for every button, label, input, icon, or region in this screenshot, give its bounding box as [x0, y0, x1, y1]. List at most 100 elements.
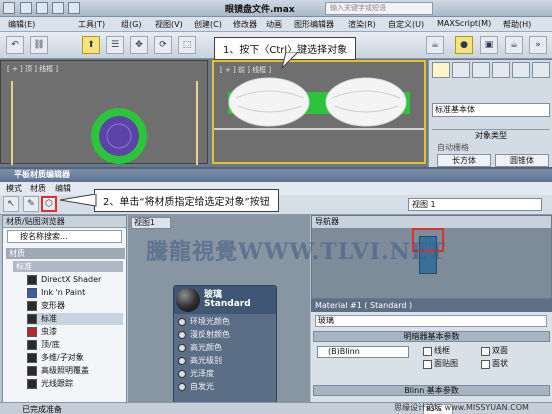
slot-pin-icon[interactable] — [178, 318, 186, 326]
link-icon: ⛓ — [33, 40, 45, 50]
node-slot[interactable]: 高光级别 — [178, 355, 274, 367]
menu-modes[interactable]: 模式 — [6, 183, 22, 194]
menu-rendering[interactable]: 渲染(R) — [348, 19, 376, 30]
shader-basic-rollout[interactable]: 明暗器基本参数 — [313, 331, 550, 342]
ground-line — [214, 128, 424, 130]
menu-material[interactable]: 材质 — [30, 183, 46, 194]
pick-material-button[interactable]: ✎ — [23, 196, 39, 212]
material-item-advanced-lighting[interactable]: 高级照明覆盖 — [27, 365, 123, 377]
undo-icon[interactable] — [68, 2, 80, 14]
menu-customize[interactable]: 自定义(U) — [388, 19, 424, 30]
material-item-multisub[interactable]: 多维/子对象 — [27, 352, 123, 364]
menu-help[interactable]: 帮助(H) — [503, 19, 531, 30]
shader-dropdown[interactable]: (B)Blinn — [317, 346, 409, 358]
view-tab[interactable]: 视图1 — [131, 217, 171, 229]
material-item-raytrace[interactable]: 光线跟踪 — [27, 378, 123, 390]
utilities-tab[interactable] — [532, 62, 550, 78]
undo-button[interactable]: ↶ — [6, 36, 24, 54]
app-titlebar: 眼镜盘文件.max 输入关键字或短语 — [0, 0, 552, 17]
move-button[interactable]: ✥ — [130, 36, 148, 54]
slot-pin-icon[interactable] — [178, 357, 186, 365]
expand-toolbar-button[interactable]: » — [529, 36, 547, 54]
materials-group[interactable]: 材质 — [6, 248, 125, 259]
node-slot[interactable]: 自发光 — [178, 381, 274, 393]
quick-render-button[interactable]: ☕ — [505, 36, 523, 54]
help-search-input[interactable]: 输入关键字或短语 — [325, 2, 433, 15]
standard-subgroup[interactable]: 标准 — [13, 261, 123, 272]
node-slot[interactable]: 高光颜色 — [178, 342, 274, 354]
new-file-icon[interactable] — [20, 2, 32, 14]
render-frame-button[interactable]: ▣ — [480, 36, 498, 54]
list-icon: ☰ — [110, 40, 120, 50]
save-file-icon[interactable] — [52, 2, 64, 14]
material-node-header[interactable]: 玻璃 Standard — [174, 286, 276, 314]
create-tab[interactable] — [432, 62, 450, 78]
select-object-button[interactable]: ⬆ — [82, 36, 100, 54]
material-item-topbottom[interactable]: 顶/底 — [27, 339, 123, 351]
material-swatch — [27, 340, 37, 350]
face-map-checkbox[interactable]: 面贴图 — [423, 359, 458, 369]
slot-pin-icon[interactable] — [178, 331, 186, 339]
select-by-name-button[interactable]: ☰ — [106, 36, 124, 54]
node-slot[interactable]: 光泽度 — [178, 368, 274, 380]
parameter-editor: Material #1 ( Standard ) 玻璃 明暗器基本参数 (B)B… — [311, 299, 552, 414]
menu-tools[interactable]: 工具(T) — [78, 19, 105, 30]
object-type-section: 对象类型 — [432, 129, 550, 141]
autogrid-checkbox[interactable]: 自动栅格 — [437, 142, 469, 153]
slot-pin-icon[interactable] — [178, 370, 186, 378]
modify-tab[interactable] — [452, 62, 470, 78]
menu-views[interactable]: 视图(V) — [155, 19, 183, 30]
material-item-standard[interactable]: 标准 — [27, 313, 123, 325]
two-sided-checkbox[interactable]: 双面 — [481, 346, 508, 356]
wire-checkbox[interactable]: 线框 — [423, 346, 450, 356]
lens-case-inner — [99, 116, 139, 156]
node-slot[interactable]: 漫反射颜色 — [178, 329, 274, 341]
browser-search-input[interactable]: 按名称搜索... — [7, 230, 122, 243]
material-item-inknpaint[interactable]: Ink 'n Paint — [27, 287, 123, 299]
material-item-shellac[interactable]: 虫漆 — [27, 326, 123, 338]
hierarchy-tab[interactable] — [472, 62, 490, 78]
cone-button[interactable]: 圆锥体 — [495, 154, 549, 167]
node-slot[interactable]: 环境光颜色 — [178, 316, 274, 328]
menu-create[interactable]: 创建(C) — [194, 19, 222, 30]
material-node[interactable]: 玻璃 Standard 环境光颜色 漫反射颜色 高光颜色 高光级别 光泽度 自发… — [173, 285, 277, 414]
editor-titlebar: 平板材质编辑器 — [0, 169, 552, 182]
status-text: 已完成准备 — [22, 405, 62, 414]
assign-material-icon: ⬡ — [45, 199, 53, 209]
assign-material-to-selection-button[interactable]: ⬡ — [41, 196, 57, 212]
arrow-icon: ⬆ — [87, 40, 95, 50]
app-logo-icon[interactable] — [3, 2, 15, 14]
faceted-checkbox[interactable]: 面状 — [481, 359, 508, 369]
box-button[interactable]: 长方体 — [437, 154, 491, 167]
link-button[interactable]: ⛓ — [30, 36, 48, 54]
menu-edit[interactable]: 编辑(E) — [8, 19, 35, 30]
object-type-dropdown[interactable]: 标准基本体 — [432, 103, 550, 117]
viewport-front[interactable]: [ + ] 前 ] 线框 ] — [212, 60, 426, 164]
teapot-render-icon: ☕ — [509, 40, 519, 50]
rotate-button[interactable]: ⟳ — [154, 36, 172, 54]
material-item-directx[interactable]: DirectX Shader — [27, 274, 123, 286]
material-swatch — [27, 275, 37, 285]
material-editor-button[interactable]: ● — [455, 36, 473, 54]
menu-modifiers[interactable]: 修改器 — [233, 19, 257, 30]
scale-button[interactable]: ⬚ — [178, 36, 196, 54]
slot-pin-icon[interactable] — [178, 344, 186, 352]
slot-pin-icon[interactable] — [178, 383, 186, 391]
material-item-morpher[interactable]: 变形器 — [27, 300, 123, 312]
menu-maxscript[interactable]: MAXScript(M) — [437, 19, 491, 28]
motion-tab[interactable] — [492, 62, 510, 78]
open-file-icon[interactable] — [36, 2, 48, 14]
viewport-front-scene — [214, 77, 424, 130]
menu-edit[interactable]: 编辑 — [55, 183, 71, 194]
select-tool-button[interactable]: ↖ — [3, 196, 19, 212]
menu-group[interactable]: 组(G) — [121, 19, 141, 30]
blinn-basic-rollout[interactable]: Blinn 基本参数 — [313, 385, 550, 396]
rotate-icon: ⟳ — [159, 40, 167, 50]
viewport-top[interactable]: [ + ] 顶 ] 线框 ] — [0, 60, 208, 165]
render-setup-button[interactable]: ☕ — [426, 36, 444, 54]
view-dropdown[interactable]: 视图 1 — [408, 198, 542, 211]
material-name-field[interactable]: 玻璃 — [315, 315, 547, 327]
menu-graph-editors[interactable]: 图形编辑器 — [294, 19, 334, 30]
menu-animation[interactable]: 动画 — [266, 19, 282, 30]
display-tab[interactable] — [512, 62, 530, 78]
